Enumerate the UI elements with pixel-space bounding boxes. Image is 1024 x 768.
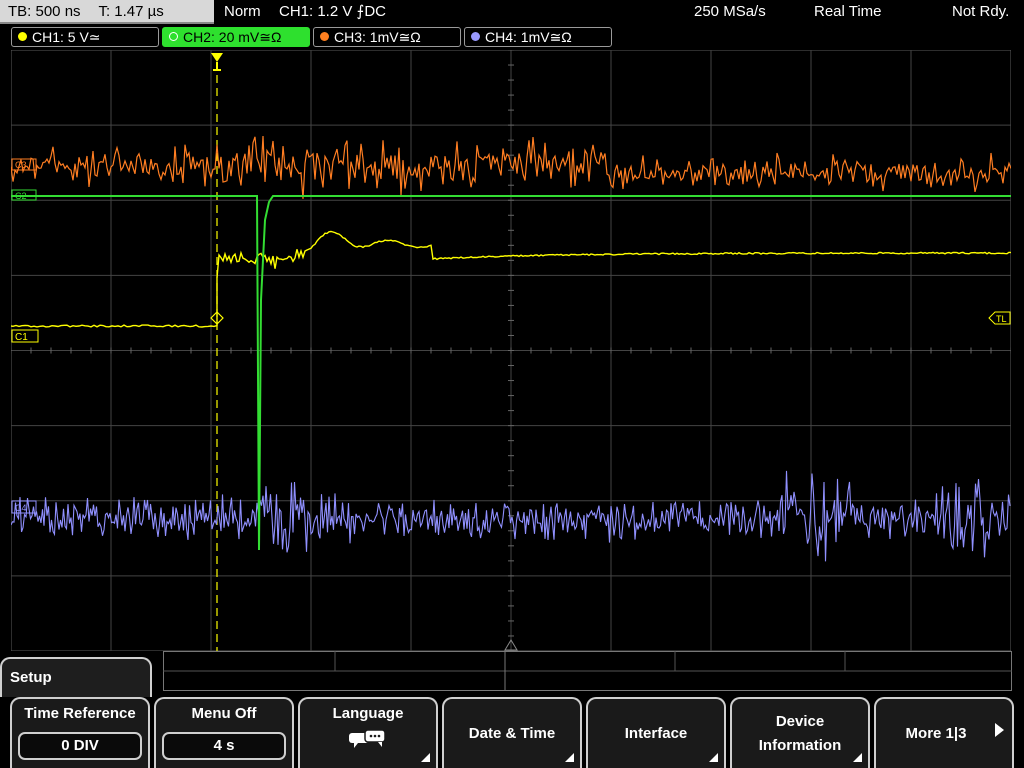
speech-bubbles-icon	[349, 729, 386, 748]
trigger-source-info[interactable]: CH1: 1.2 V ⨍DC	[279, 0, 386, 24]
setup-menu-title: Setup	[0, 657, 152, 697]
sample-rate: 250 MSa/s	[694, 3, 766, 20]
softkey-label: Language	[332, 705, 404, 722]
more-softkey[interactable]: More 1|3	[874, 697, 1014, 768]
channel-tab-label: CH2: 20 mV≅Ω	[183, 29, 282, 45]
ch2-color-dot-icon	[169, 32, 178, 41]
channel-tab-label: CH3: 1mV≅Ω	[334, 29, 421, 45]
measurement-strip	[163, 651, 1012, 691]
trigger-position-value: T: 1.47 µs	[98, 3, 164, 20]
next-page-arrow-icon	[995, 723, 1004, 737]
submenu-indicator-icon	[565, 753, 574, 762]
timebase-box[interactable]: TB: 500 ns T: 1.47 µs	[0, 0, 214, 24]
softkey-label: Time Reference	[24, 705, 136, 722]
trigger-level-label: TL	[996, 314, 1007, 324]
softkey-label: Date & Time	[468, 724, 556, 742]
timebase-value: TB: 500 ns	[8, 3, 81, 20]
waveform-display[interactable]: C3 C2 C1 C4 TL	[11, 50, 1011, 651]
time-reference-value[interactable]: 0 DIV	[18, 732, 142, 760]
date-time-softkey[interactable]: Date & Time	[442, 697, 582, 768]
status-bar: TB: 500 ns T: 1.47 µs Norm CH1: 1.2 V ⨍D…	[0, 0, 1024, 26]
softkey-label: More 1|3	[905, 724, 967, 742]
menu-off-value[interactable]: 4 s	[162, 732, 286, 760]
ch4-color-dot-icon	[471, 32, 480, 41]
language-softkey[interactable]: Language	[298, 697, 438, 768]
softkey-label: Device Information	[758, 712, 842, 754]
ch4-marker-label: C4	[15, 503, 27, 513]
ch3-marker-label: C3	[15, 160, 27, 170]
submenu-indicator-icon	[709, 753, 718, 762]
ch2-marker-label: C2	[15, 191, 27, 201]
ch3-color-dot-icon	[320, 32, 329, 41]
acquisition-mode: Real Time	[814, 3, 882, 20]
ch1-marker-label: C1	[15, 332, 28, 343]
channel-tab-label: CH4: 1mV≅Ω	[485, 29, 572, 45]
ch1-color-dot-icon	[18, 32, 27, 41]
submenu-indicator-icon	[853, 753, 862, 762]
channel-tab-label: CH1: 5 V≃	[32, 29, 101, 45]
trigger-status: Not Rdy.	[952, 3, 1010, 20]
device-information-softkey[interactable]: Device Information	[730, 697, 870, 768]
softkey-label: Interface	[624, 724, 688, 742]
interface-softkey[interactable]: Interface	[586, 697, 726, 768]
trigger-mode[interactable]: Norm	[224, 0, 261, 24]
menu-off-softkey[interactable]: Menu Off 4 s	[154, 697, 294, 768]
softkey-label: Menu Off	[191, 705, 257, 722]
channel-tab-ch2[interactable]: CH2: 20 mV≅Ω	[162, 27, 310, 47]
channel-tab-ch3[interactable]: CH3: 1mV≅Ω	[313, 27, 461, 47]
channel-tab-ch4[interactable]: CH4: 1mV≅Ω	[464, 27, 612, 47]
submenu-indicator-icon	[421, 753, 430, 762]
time-reference-softkey[interactable]: Time Reference 0 DIV	[10, 697, 150, 768]
channel-tab-ch1[interactable]: CH1: 5 V≃	[11, 27, 159, 47]
